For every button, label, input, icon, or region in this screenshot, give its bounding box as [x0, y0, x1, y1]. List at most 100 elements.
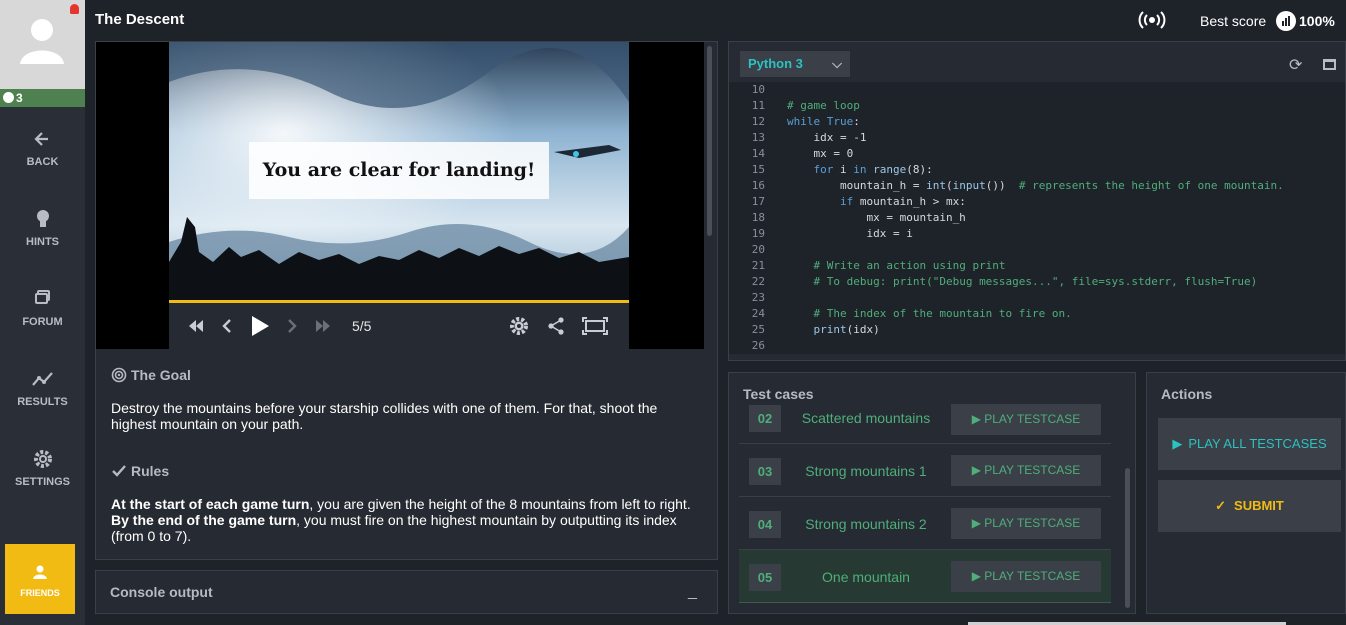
play-testcase-button[interactable]: ▶ PLAY TESTCASE	[951, 561, 1101, 592]
code-token: (8):	[906, 163, 933, 176]
test-case-name: Strong mountains 1	[805, 463, 927, 479]
play-all-label: PLAY ALL TESTCASES	[1188, 436, 1327, 451]
avatar[interactable]	[0, 0, 85, 89]
notification-dot[interactable]	[70, 4, 79, 14]
code-token: int	[926, 179, 946, 192]
code-line: 18 mx = mountain_h	[729, 210, 1345, 226]
fullscreen-icon[interactable]	[582, 316, 608, 336]
language-select[interactable]: Python 3 ⌵	[740, 51, 850, 77]
check-icon	[112, 465, 126, 477]
submit-button[interactable]: ✓ SUBMIT	[1158, 480, 1341, 532]
frame-counter: 5/5	[352, 318, 372, 334]
friends-button[interactable]: FRIENDS	[5, 544, 75, 614]
reset-icon[interactable]: ⟳	[1289, 55, 1302, 75]
code-token: # The index of the mountain to fire on.	[813, 307, 1072, 320]
level-badge: 3	[0, 89, 85, 107]
gear-icon	[33, 450, 52, 468]
skip-to-start-icon[interactable]	[188, 316, 204, 336]
step-forward-icon[interactable]	[287, 316, 297, 336]
sidebar-item-settings[interactable]: SETTINGS	[0, 448, 85, 488]
sidebar-item-label: RESULTS	[17, 396, 68, 408]
level-value: 3	[16, 91, 23, 105]
code-line: 13 idx = -1	[729, 130, 1345, 146]
code-token: # game loop	[787, 99, 860, 112]
game-viewer-panel: You are clear for landing! 5/5 The Goal …	[95, 41, 718, 560]
maximize-icon[interactable]	[1323, 59, 1336, 70]
code-area[interactable]: 10 11 # game loop 12 while True: 13 idx = -1 1…	[729, 82, 1345, 354]
level-icon	[3, 92, 14, 103]
step-back-icon[interactable]	[222, 316, 232, 336]
play-icon[interactable]	[249, 314, 271, 338]
sidebar-item-forum[interactable]: FORUM	[0, 288, 85, 328]
code-token: # Write an action using print	[813, 259, 1006, 272]
code-token: mountain_h =	[787, 179, 927, 192]
broadcast-icon[interactable]	[1137, 10, 1167, 30]
code-token: mx = 0	[787, 147, 854, 160]
friends-label: FRIENDS	[20, 588, 60, 598]
line-number: 12	[751, 115, 765, 128]
play-testcase-button[interactable]: ▶ PLAY TESTCASE	[951, 508, 1101, 539]
rules-text: At the start of each game turn, you are …	[111, 496, 696, 544]
play-testcase-button[interactable]: ▶ PLAY TESTCASE	[951, 455, 1101, 486]
skip-to-end-icon[interactable]	[315, 316, 331, 336]
viewer-scrollbar[interactable]	[707, 46, 712, 236]
best-score-value: 100%	[1299, 13, 1335, 29]
test-case-row: 03 Strong mountains 1 ▶ PLAY TESTCASE	[739, 444, 1111, 497]
code-line: 16 mountain_h = int(input()) # represent…	[729, 178, 1345, 194]
code-token: i	[833, 163, 854, 176]
share-icon[interactable]	[547, 316, 565, 336]
test-case-row-selected[interactable]: 05 One mountain ▶ PLAY TESTCASE	[739, 550, 1111, 603]
submit-label: SUBMIT	[1234, 498, 1284, 513]
code-line: 17 if mountain_h > mx:	[729, 194, 1345, 210]
minimize-button[interactable]: _	[688, 583, 697, 601]
test-case-number: 04	[749, 511, 781, 538]
goal-heading: The Goal	[111, 367, 191, 383]
sidebar-item-label: SETTINGS	[14, 476, 70, 488]
play-all-testcases-button[interactable]: ▶ PLAY ALL TESTCASES	[1158, 418, 1341, 470]
console-output-panel[interactable]: Console output _	[95, 570, 718, 614]
sidebar-item-results[interactable]: RESULTS	[0, 368, 85, 408]
goal-text: Destroy the mountains before your starsh…	[111, 400, 658, 432]
goal-title: The Goal	[131, 367, 191, 383]
test-cases-label: Test cases	[743, 386, 814, 402]
sidebar: 3 BACK HINTS FORUM RESULTS SETTINGS FRIE…	[0, 0, 85, 625]
code-line: 19 idx = i	[729, 226, 1345, 242]
code-token: (idx)	[846, 323, 880, 336]
line-number: 17	[751, 195, 765, 208]
replay-controls: 5/5	[169, 303, 629, 349]
code-token: while	[787, 115, 821, 128]
replay-viewer[interactable]: You are clear for landing! 5/5	[96, 42, 704, 349]
rules-bold: At the start of each game turn	[111, 496, 310, 512]
code-line: 21 # Write an action using print	[729, 258, 1345, 274]
game-frame: You are clear for landing!	[169, 42, 629, 304]
code-line: 11 # game loop	[729, 98, 1345, 114]
code-token: input	[952, 179, 986, 192]
sidebar-item-back[interactable]: BACK	[0, 128, 85, 168]
line-number: 26	[751, 339, 765, 352]
gear-icon[interactable]	[509, 316, 529, 336]
test-cases-scrollbar[interactable]	[1125, 468, 1130, 608]
sidebar-item-hints[interactable]: HINTS	[0, 208, 85, 248]
console-output-label: Console output	[110, 584, 213, 600]
line-number: 22	[751, 275, 765, 288]
code-token: # represents the height of one mountain.	[1018, 179, 1284, 192]
user-icon	[33, 565, 47, 579]
code-line: 26	[729, 338, 1345, 354]
test-cases-panel: Test cases 02 Scattered mountains ▶ PLAY…	[728, 372, 1136, 614]
code-token: range	[873, 163, 907, 176]
forum-icon	[34, 290, 50, 304]
code-token: idx = -1	[787, 131, 867, 144]
test-case-name: One mountain	[822, 569, 910, 585]
sidebar-item-label: FORUM	[22, 316, 63, 328]
line-number: 15	[751, 163, 765, 176]
code-token: in	[853, 163, 867, 176]
test-case-number: 02	[749, 405, 781, 432]
test-case-row: 04 Strong mountains 2 ▶ PLAY TESTCASE	[739, 497, 1111, 550]
play-testcase-button[interactable]: ▶ PLAY TESTCASE	[951, 404, 1101, 435]
line-number: 11	[751, 99, 765, 112]
user-icon	[20, 19, 64, 64]
